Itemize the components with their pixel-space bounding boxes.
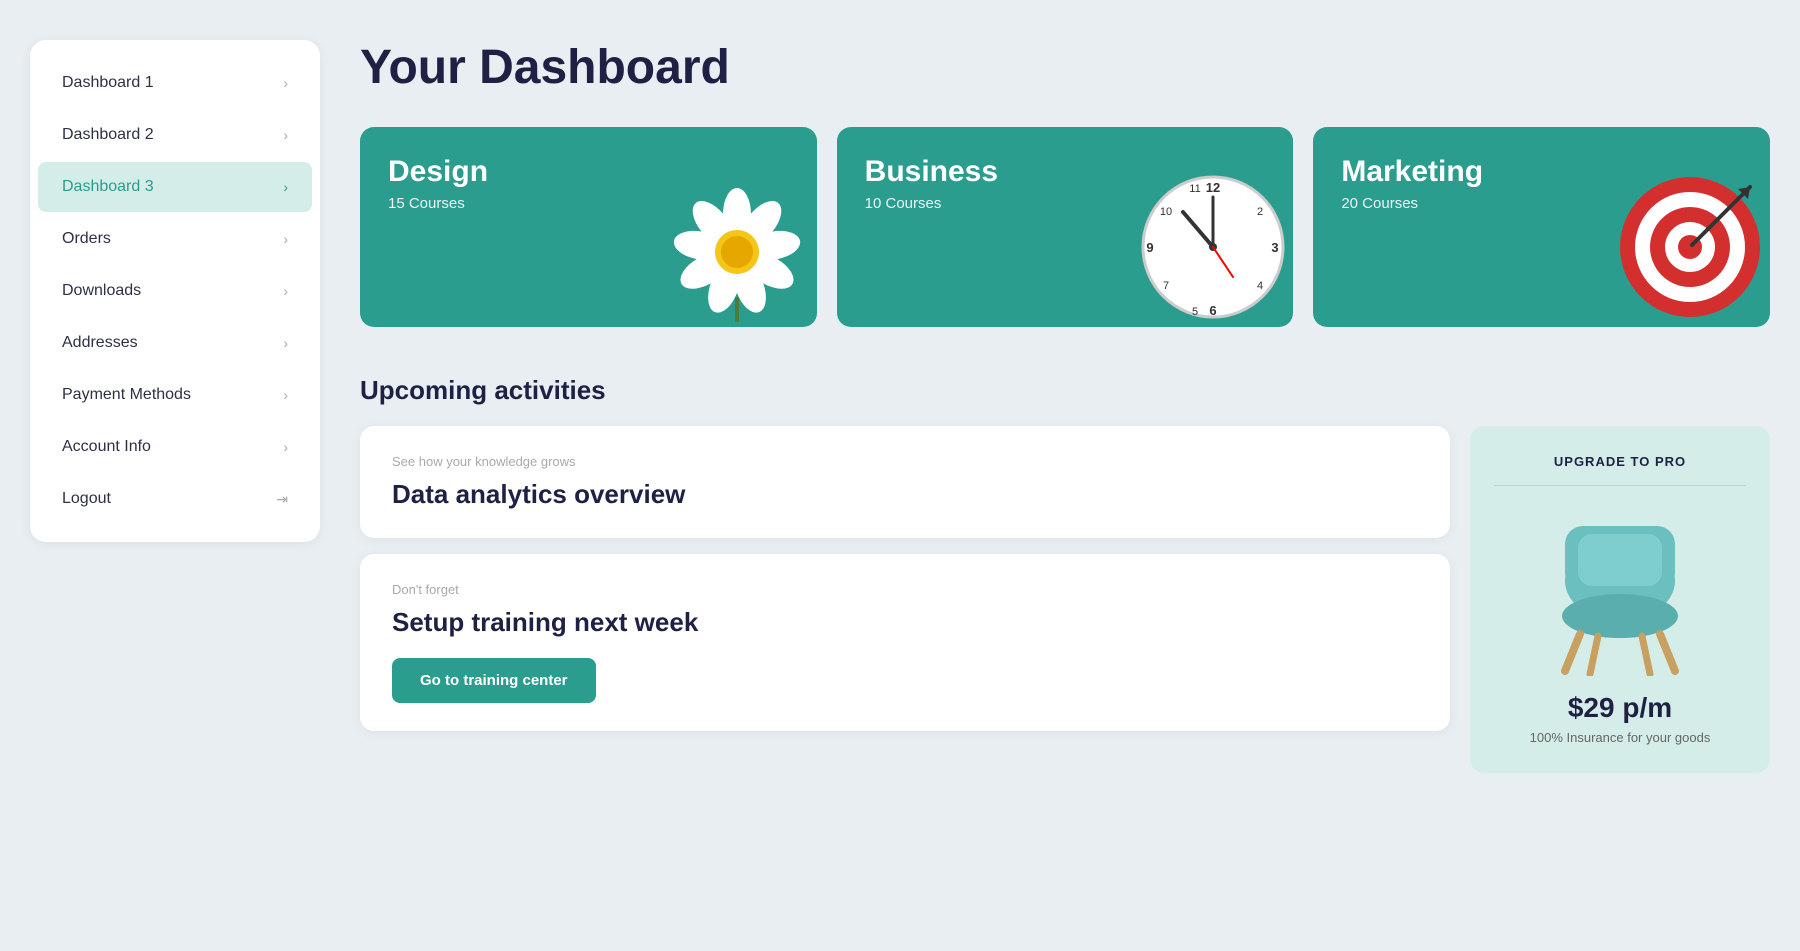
target-icon — [1610, 167, 1770, 327]
activities-left: See how your knowledge grows Data analyt… — [360, 426, 1450, 773]
svg-text:6: 6 — [1210, 303, 1217, 318]
svg-text:4: 4 — [1257, 280, 1263, 292]
sidebar-item-dashboard-3[interactable]: Dashboard 3 › — [38, 162, 312, 212]
activities-layout: See how your knowledge grows Data analyt… — [360, 426, 1770, 773]
chevron-right-icon: › — [283, 179, 288, 195]
upgrade-card: UPGRADE TO PRO $29 p/m 100% Insurance fo… — [1470, 426, 1770, 773]
svg-text:3: 3 — [1272, 240, 1279, 255]
svg-text:11: 11 — [1190, 183, 1201, 195]
marketing-card-image — [1610, 167, 1770, 327]
svg-text:10: 10 — [1160, 206, 1172, 218]
activity-card-title-1: Data analytics overview — [392, 479, 1418, 510]
chevron-right-icon: › — [283, 283, 288, 299]
sidebar-item-downloads[interactable]: Downloads › — [38, 266, 312, 316]
business-card[interactable]: Business 10 Courses 12 3 6 9 2 4 5 7 10 — [837, 127, 1294, 327]
sidebar-item-dashboard-2[interactable]: Dashboard 2 › — [38, 110, 312, 160]
go-to-training-button[interactable]: Go to training center — [392, 658, 596, 703]
activity-card-title-2: Setup training next week — [392, 607, 1418, 638]
sidebar-item-account-info[interactable]: Account Info › — [38, 422, 312, 472]
upcoming-section-title: Upcoming activities — [360, 375, 1770, 406]
logout-icon: ⇥ — [276, 491, 288, 508]
upgrade-note: 100% Insurance for your goods — [1530, 730, 1711, 745]
sidebar: Dashboard 1 › Dashboard 2 › Dashboard 3 … — [30, 40, 320, 542]
sidebar-item-dashboard-1[interactable]: Dashboard 1 › — [38, 58, 312, 108]
sidebar-item-payment-methods[interactable]: Payment Methods › — [38, 370, 312, 420]
activity-card-eyebrow-2: Don't forget — [392, 582, 1418, 597]
chevron-right-icon: › — [283, 75, 288, 91]
daisy-icon — [657, 167, 817, 327]
main-content: Your Dashboard Design 15 Courses — [360, 40, 1770, 911]
marketing-card[interactable]: Marketing 20 Courses — [1313, 127, 1770, 327]
activity-card-setup-training: Don't forget Setup training next week Go… — [360, 554, 1450, 731]
upgrade-price: $29 p/m — [1568, 692, 1672, 724]
chevron-right-icon: › — [283, 127, 288, 143]
chevron-right-icon: › — [283, 231, 288, 247]
clock-icon: 12 3 6 9 2 4 5 7 10 11 — [1133, 167, 1293, 327]
design-card-image — [657, 167, 817, 327]
svg-text:7: 7 — [1163, 280, 1169, 292]
chevron-right-icon: › — [283, 387, 288, 403]
page-title: Your Dashboard — [360, 40, 1770, 95]
chevron-right-icon: › — [283, 335, 288, 351]
sidebar-item-addresses[interactable]: Addresses › — [38, 318, 312, 368]
sidebar-item-orders[interactable]: Orders › — [38, 214, 312, 264]
upgrade-divider — [1494, 485, 1746, 486]
chair-icon — [1520, 506, 1720, 676]
business-card-image: 12 3 6 9 2 4 5 7 10 11 — [1133, 167, 1293, 327]
svg-text:2: 2 — [1257, 206, 1263, 218]
sidebar-item-logout[interactable]: Logout ⇥ — [38, 474, 312, 524]
category-cards: Design 15 Courses — [360, 127, 1770, 327]
activity-card-data-analytics: See how your knowledge grows Data analyt… — [360, 426, 1450, 538]
activity-card-eyebrow-1: See how your knowledge grows — [392, 454, 1418, 469]
svg-text:12: 12 — [1206, 180, 1220, 195]
design-card[interactable]: Design 15 Courses — [360, 127, 817, 327]
upgrade-label: UPGRADE TO PRO — [1554, 454, 1686, 469]
svg-text:5: 5 — [1192, 306, 1198, 318]
chevron-right-icon: › — [283, 439, 288, 455]
svg-text:9: 9 — [1147, 240, 1154, 255]
